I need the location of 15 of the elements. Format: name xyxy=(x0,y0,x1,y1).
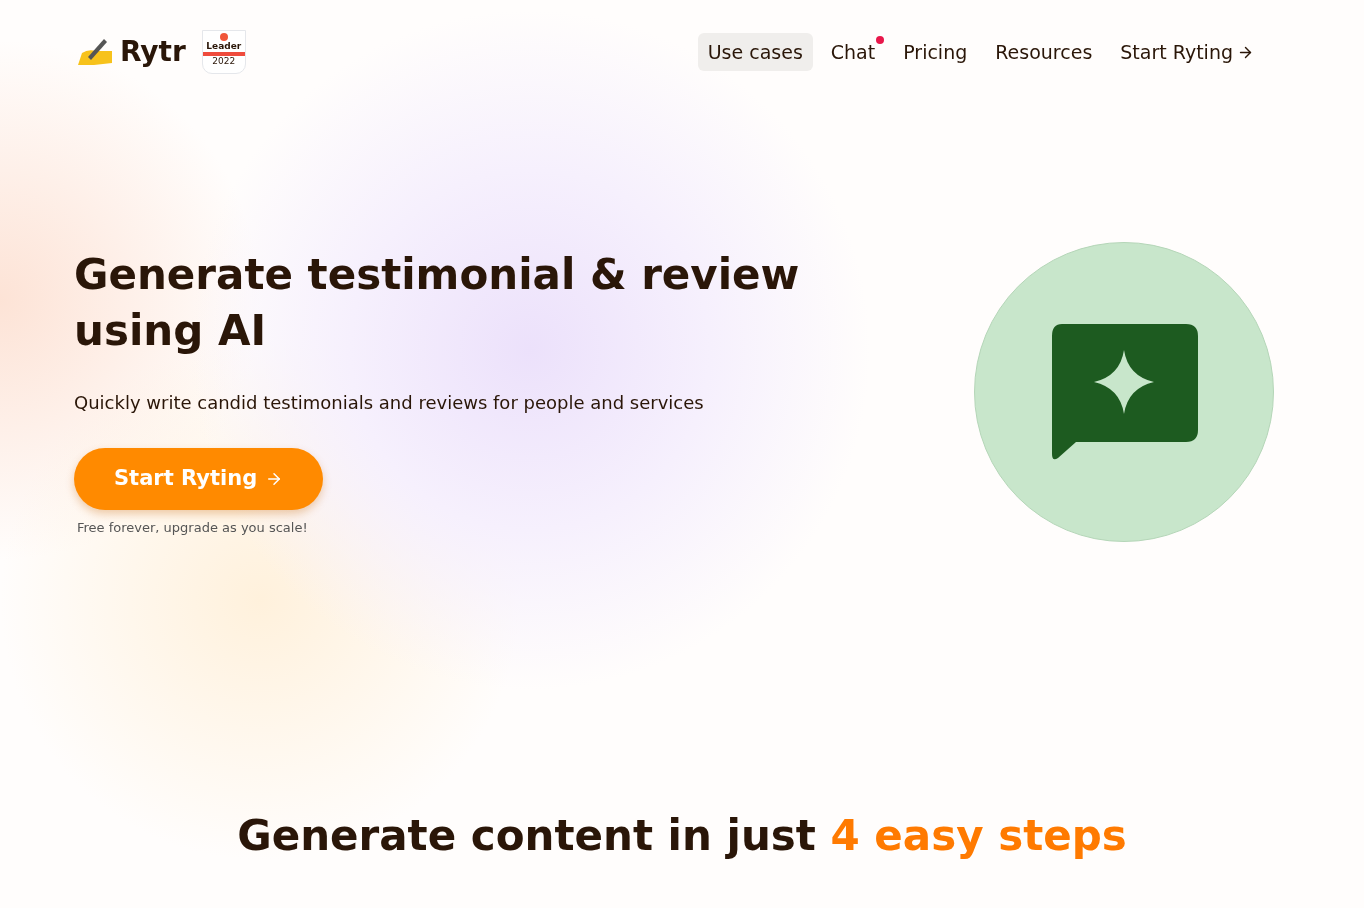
nav-link[interactable]: Use cases xyxy=(697,32,813,72)
nav-link[interactable]: Resources xyxy=(985,32,1103,72)
sparkle-chat-icon xyxy=(1050,324,1198,460)
steps-heading: Generate content in just 4 easy steps xyxy=(236,810,1128,862)
logo-text: Rytr xyxy=(120,34,186,70)
nav-link[interactable]: Chat xyxy=(820,32,886,72)
free-note: Free forever, upgrade as you scale! xyxy=(77,518,309,537)
nav-link[interactable]: Pricing xyxy=(893,32,978,72)
hero-title: Generate testimonial & review using AI xyxy=(74,248,801,357)
g-logo-icon xyxy=(219,33,228,41)
badge-ribbon xyxy=(202,52,245,56)
hero-subtitle: Quickly write candid testimonials and reviews for people and services xyxy=(74,390,705,415)
badge-title: Leader xyxy=(206,41,242,52)
badge-year: 2022 xyxy=(212,56,236,67)
nav-link[interactable]: Start Ryting xyxy=(1110,32,1264,72)
